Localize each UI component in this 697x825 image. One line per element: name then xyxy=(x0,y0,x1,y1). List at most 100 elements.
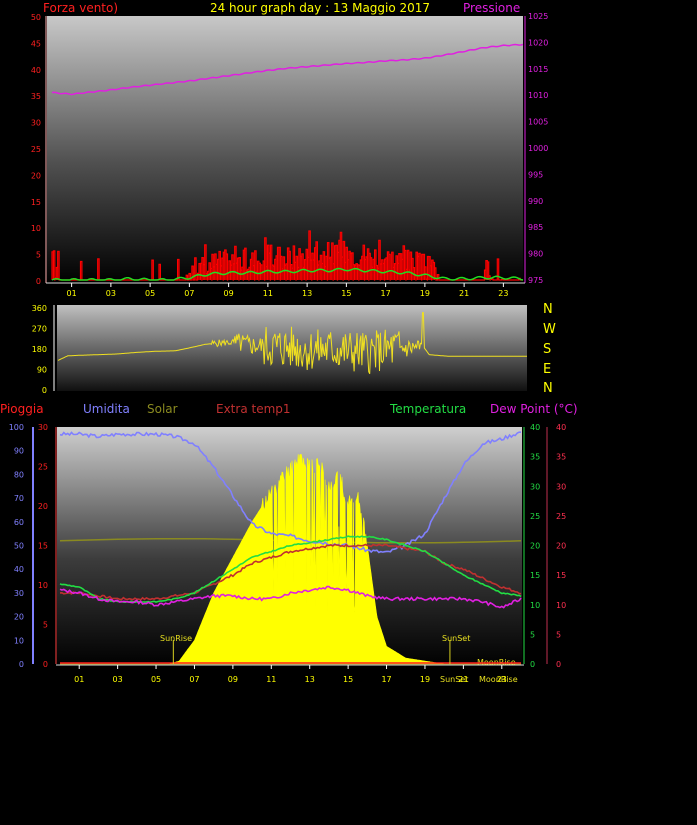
wind-tick-label: 15 xyxy=(31,198,41,207)
time-tick-label: 19 xyxy=(420,289,430,298)
pressure-tick-label: 980 xyxy=(528,250,543,259)
dew-point-tick-label: 25 xyxy=(556,512,566,521)
dew-point-tick-label: 35 xyxy=(556,453,566,462)
pressure-tick-label: 1025 xyxy=(528,12,548,21)
wind-tick-label: 0 xyxy=(36,277,41,286)
legend-temperature: Temperatura xyxy=(389,402,466,416)
time-tick-label-bottom: 11 xyxy=(266,675,276,684)
dew-point-tick-label: 30 xyxy=(556,482,566,491)
dew-point-tick-label: 5 xyxy=(556,630,561,639)
humidity-tick-label: 40 xyxy=(14,565,24,574)
temperature-tick-label: 5 xyxy=(530,630,535,639)
compass-s: S xyxy=(543,342,551,357)
dew-point-tick-label: 40 xyxy=(556,423,566,432)
legend-extra-temp: Extra temp1 xyxy=(216,402,291,416)
time-tick-label: 05 xyxy=(145,289,155,298)
time-tick-label: 13 xyxy=(302,289,312,298)
time-tick-label: 09 xyxy=(224,289,234,298)
wind-tick-label: 50 xyxy=(31,13,41,22)
time-tick-label: 15 xyxy=(341,289,351,298)
legend-rain: Pioggia xyxy=(0,402,44,416)
wind-tick-label: 25 xyxy=(31,145,41,154)
dew-point-tick-label: 0 xyxy=(556,660,561,669)
temperature-tick-label: 15 xyxy=(530,571,540,580)
legend-humidity: Umidita xyxy=(83,402,130,416)
dew-point-tick-label: 10 xyxy=(556,601,566,610)
time-tick-label: 01 xyxy=(67,289,77,298)
time-tick-label: 03 xyxy=(106,289,116,298)
temperature-tick-label: 25 xyxy=(530,512,540,521)
time-tick-label: 17 xyxy=(381,289,391,298)
dew-point-tick-label: 20 xyxy=(556,542,566,551)
pressure-tick-label: 1020 xyxy=(528,38,548,47)
pressure-tick-label: 1000 xyxy=(528,144,548,153)
sunrise-label: SunRise xyxy=(160,634,192,643)
pressure-tick-label: 1010 xyxy=(528,91,548,100)
direction-tick-label: 180 xyxy=(32,345,47,354)
compass-e: E xyxy=(543,362,551,377)
rain-tick-label: 0 xyxy=(43,660,48,669)
humidity-tick-label: 60 xyxy=(14,518,24,527)
compass-n-bottom: N xyxy=(543,381,553,396)
chart-title: 24 hour graph day : 13 Maggio 2017 xyxy=(210,1,430,15)
time-tick-label-bottom: 23 xyxy=(497,675,507,684)
humidity-tick-label: 100 xyxy=(9,423,24,432)
time-tick-label-bottom: 15 xyxy=(343,675,353,684)
pressure-tick-label: 990 xyxy=(528,197,543,206)
time-tick-label: 11 xyxy=(263,289,273,298)
humidity-tick-label: 50 xyxy=(14,542,24,551)
pressure-tick-label: 1005 xyxy=(528,118,548,127)
pressure-tick-label: 995 xyxy=(528,170,543,179)
time-tick-label: 23 xyxy=(498,289,508,298)
time-tick-label: 07 xyxy=(184,289,194,298)
temperature-tick-label: 0 xyxy=(530,660,535,669)
temperature-tick-label: 30 xyxy=(530,482,540,491)
compass-n-top: N xyxy=(543,302,553,317)
humidity-tick-label: 80 xyxy=(14,470,24,479)
time-tick-label-bottom: 07 xyxy=(189,675,199,684)
rain-tick-label: 15 xyxy=(38,542,48,551)
direction-tick-label: 270 xyxy=(32,325,47,334)
temperature-tick-label: 10 xyxy=(530,601,540,610)
wind-tick-label: 45 xyxy=(31,39,41,48)
weather-chart: Forza vento) 24 hour graph day : 13 Magg… xyxy=(0,1,578,684)
wind-tick-label: 10 xyxy=(31,224,41,233)
rain-tick-label: 20 xyxy=(38,502,48,511)
humidity-tick-label: 20 xyxy=(14,613,24,622)
humidity-tick-label: 90 xyxy=(14,447,24,456)
time-tick-label-bottom: 19 xyxy=(420,675,430,684)
time-tick-label-bottom: 03 xyxy=(113,675,123,684)
sunset-label: SunSet xyxy=(442,634,470,643)
wind-tick-label: 40 xyxy=(31,66,41,75)
direction-tick-label: 0 xyxy=(42,386,47,395)
time-tick-label-bottom: 17 xyxy=(381,675,391,684)
humidity-tick-label: 10 xyxy=(14,636,24,645)
time-tick-label-bottom: 01 xyxy=(74,675,84,684)
temperature-tick-label: 20 xyxy=(530,542,540,551)
rain-tick-label: 30 xyxy=(38,423,48,432)
time-tick-label-bottom: 21 xyxy=(458,675,468,684)
time-tick-label-bottom: 09 xyxy=(228,675,238,684)
temperature-tick-label: 35 xyxy=(530,453,540,462)
wind-axis-title: Forza vento) xyxy=(43,1,118,15)
wind-tick-label: 5 xyxy=(36,251,41,260)
humidity-tick-label: 30 xyxy=(14,589,24,598)
wind-tick-label: 30 xyxy=(31,119,41,128)
pressure-axis-title: Pressione xyxy=(463,1,520,15)
humidity-tick-label: 0 xyxy=(19,660,24,669)
legend-dew-point: Dew Point (°C) xyxy=(490,402,578,416)
compass-w: W xyxy=(543,322,556,337)
direction-tick-label: 360 xyxy=(32,304,47,313)
temperature-tick-label: 40 xyxy=(530,423,540,432)
direction-tick-label: 90 xyxy=(37,366,47,375)
pressure-tick-label: 1015 xyxy=(528,65,548,74)
rain-tick-label: 10 xyxy=(38,581,48,590)
rain-tick-label: 5 xyxy=(43,621,48,630)
time-tick-label-bottom: 13 xyxy=(305,675,315,684)
legend-solar: Solar xyxy=(147,402,178,416)
time-tick-label: 21 xyxy=(459,289,469,298)
pressure-tick-label: 985 xyxy=(528,223,543,232)
wind-tick-label: 35 xyxy=(31,92,41,101)
pressure-tick-label: 975 xyxy=(528,276,543,285)
dew-point-tick-label: 15 xyxy=(556,571,566,580)
